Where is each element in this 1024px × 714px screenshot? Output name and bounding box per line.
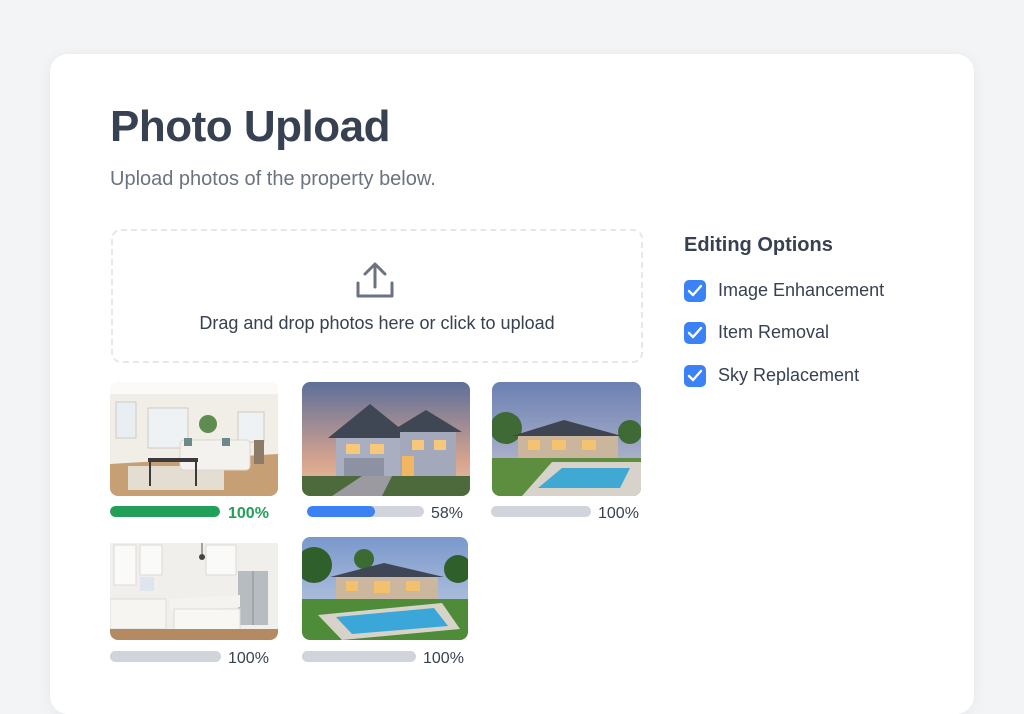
progress-fill <box>110 651 221 662</box>
upload-progress-bar <box>302 651 416 662</box>
progress-fill <box>110 506 220 517</box>
option-label: Item Removal <box>718 322 830 342</box>
progress-fill <box>307 506 375 517</box>
checkbox-checked[interactable] <box>684 280 706 302</box>
page-title: Photo Upload <box>110 102 390 151</box>
upload-progress-bar <box>307 506 424 517</box>
photo-thumbnail-backyard-pool[interactable] <box>302 537 468 640</box>
option-label: Image Enhancement <box>718 280 885 300</box>
checkmark-icon <box>687 326 703 339</box>
photo-thumbnail-living-room[interactable] <box>110 382 278 496</box>
photo-thumbnail-house-pool[interactable] <box>492 382 641 496</box>
progress-percent: 100% <box>228 650 269 667</box>
progress-fill <box>302 651 416 662</box>
progress-fill <box>491 506 591 517</box>
upload-progress-bar <box>491 506 591 517</box>
page-subtitle: Upload photos of the property below. <box>110 168 436 190</box>
progress-percent: 100% <box>228 505 269 522</box>
upload-card: Photo Upload Upload photos of the proper… <box>50 54 974 714</box>
progress-percent: 58% <box>431 505 464 522</box>
checkmark-icon <box>687 284 703 297</box>
upload-icon <box>356 262 394 298</box>
checkmark-icon <box>687 369 703 382</box>
photo-thumbnail-kitchen[interactable] <box>110 537 278 640</box>
progress-percent: 100% <box>423 650 464 667</box>
progress-percent: 100% <box>598 505 639 522</box>
upload-progress-bar <box>110 506 220 517</box>
option-label: Sky Replacement <box>718 365 860 385</box>
checkbox-checked[interactable] <box>684 365 706 387</box>
photo-dropzone[interactable]: Drag and drop photos here or click to up… <box>111 229 643 363</box>
photo-thumbnail-house-dusk[interactable] <box>302 382 470 496</box>
checkbox-checked[interactable] <box>684 322 706 344</box>
editing-options-title: Editing Options <box>684 234 833 256</box>
upload-progress-bar <box>110 651 221 662</box>
dropzone-text: Drag and drop photos here or click to up… <box>199 313 555 333</box>
